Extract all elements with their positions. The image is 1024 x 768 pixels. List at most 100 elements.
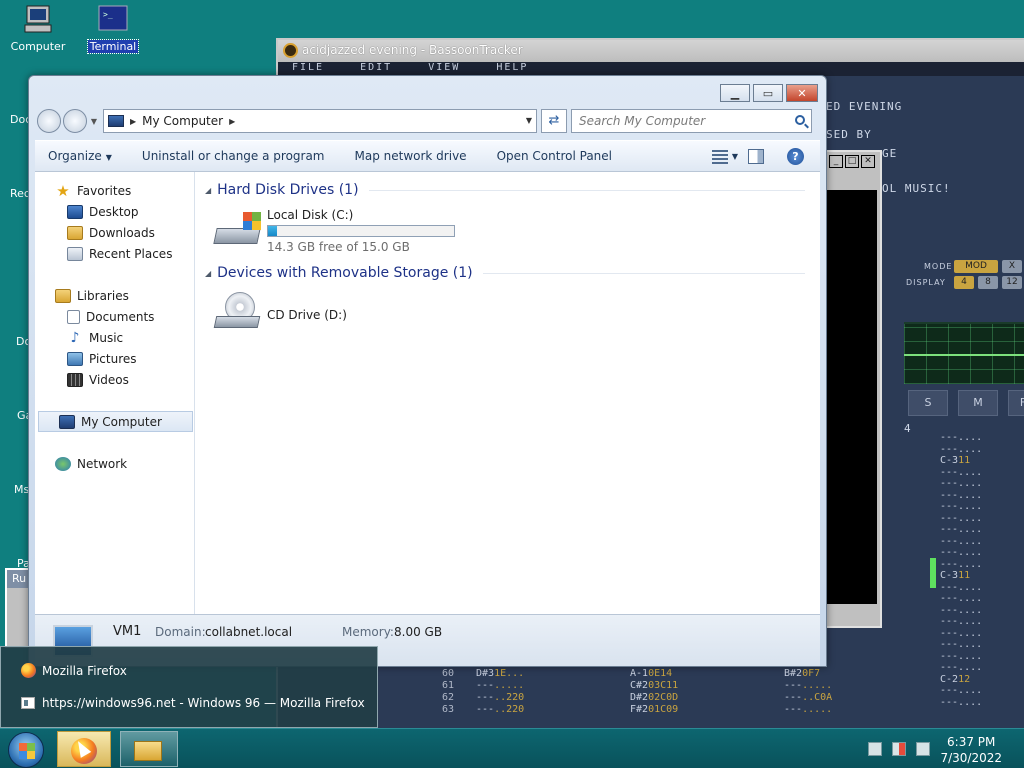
drive-local-disk[interactable]: Local Disk (C:) 14.3 GB free of 15.0 GB: [213, 208, 455, 254]
display-4-button[interactable]: 4: [954, 276, 974, 289]
libraries-icon: [55, 288, 71, 303]
computer-icon: [59, 414, 75, 429]
view-dropdown-icon[interactable]: ▼: [732, 152, 738, 161]
drive-free-space: 14.3 GB free of 15.0 GB: [267, 240, 410, 254]
drive-cd[interactable]: CD Drive (D:): [213, 292, 347, 332]
nav-videos[interactable]: Videos: [35, 369, 194, 390]
channel-solo-button[interactable]: S: [908, 390, 948, 416]
nav-music[interactable]: ♪ Music: [35, 327, 194, 348]
uninstall-program-button[interactable]: Uninstall or change a program: [142, 149, 325, 163]
mode-x-button[interactable]: X: [1002, 260, 1022, 273]
action-center-flag-icon[interactable]: [892, 742, 906, 756]
preview-app-title[interactable]: Mozilla Firefox: [21, 663, 127, 678]
nav-favorites[interactable]: ★ Favorites: [35, 180, 194, 201]
drive-name: Local Disk (C:): [267, 208, 354, 222]
search-icon[interactable]: [795, 115, 805, 125]
nav-label: Favorites: [77, 183, 132, 198]
breadcrumb-arrow-icon[interactable]: ▶: [229, 117, 235, 126]
open-control-panel-button[interactable]: Open Control Panel: [497, 149, 612, 163]
desktop-icon-label-partial[interactable]: Rec: [10, 187, 30, 200]
close-button[interactable]: ✕: [786, 84, 818, 102]
back-button[interactable]: [37, 109, 61, 133]
channel-fx-button[interactable]: F: [1008, 390, 1024, 416]
nav-my-computer[interactable]: My Computer: [38, 411, 193, 432]
terminal-minimize-button[interactable]: _: [829, 155, 843, 168]
tracker-menu-help[interactable]: HELP: [496, 62, 528, 73]
volume-icon[interactable]: [916, 742, 930, 756]
collapse-triangle-icon[interactable]: ◢: [205, 186, 211, 195]
nav-pictures[interactable]: Pictures: [35, 348, 194, 369]
maximize-button[interactable]: ▭: [753, 84, 783, 102]
pattern-row: 60 D#31E... A-10E14 B#20F7: [442, 668, 821, 679]
pattern-column: ---.... ---.... C-311 ---.... ---.... ---..…: [940, 432, 983, 708]
nav-desktop[interactable]: Desktop: [35, 201, 194, 222]
tracker-menu-file[interactable]: FILE: [292, 62, 324, 73]
channel-mute-button[interactable]: M: [958, 390, 998, 416]
taskbar: 6:37 PM 7/30/2022: [0, 728, 1024, 768]
explorer-window[interactable]: ▁ ▭ ✕ ▼ ▶ My Computer ▶ ▼ ⇄ Search My Co…: [28, 75, 827, 667]
refresh-button[interactable]: ⇄: [541, 109, 567, 133]
search-input[interactable]: Search My Computer: [571, 109, 812, 133]
nav-documents[interactable]: Documents: [35, 306, 194, 327]
nav-recent-places[interactable]: Recent Places: [35, 243, 194, 264]
computer-name: VM1: [113, 624, 142, 639]
clock-time: 6:37 PM: [947, 735, 996, 749]
chevron-down-icon: ▼: [105, 153, 112, 162]
map-network-drive-button[interactable]: Map network drive: [355, 149, 467, 163]
mode-mod-button[interactable]: MOD: [954, 260, 998, 273]
minimize-button[interactable]: ▁: [720, 84, 750, 102]
forward-button[interactable]: [63, 109, 87, 133]
desktop-icon-terminal[interactable]: >_ Terminal: [78, 3, 148, 54]
change-view-icon[interactable]: [712, 150, 728, 164]
group-divider: [368, 189, 805, 191]
taskbar-clock[interactable]: 6:37 PM 7/30/2022: [940, 734, 1002, 766]
preview-pane-icon[interactable]: [748, 149, 764, 164]
terminal-icon: >_: [98, 5, 128, 31]
breadcrumb-arrow-icon[interactable]: ▶: [130, 117, 136, 126]
collapse-triangle-icon[interactable]: ◢: [205, 269, 211, 278]
network-icon: [55, 456, 71, 471]
svg-text:>_: >_: [103, 10, 113, 19]
group-header-hard-disks[interactable]: ◢ Hard Disk Drives (1): [205, 182, 805, 198]
tracker-menu-edit[interactable]: EDIT: [360, 62, 392, 73]
desktop-icon-label-partial[interactable]: Ms: [14, 483, 29, 496]
terminal-window[interactable]: _ □ ✕: [822, 150, 882, 628]
desktop-icon-label: Terminal: [86, 39, 140, 54]
pattern-note: C-3: [940, 455, 959, 466]
address-location[interactable]: My Computer: [142, 114, 223, 128]
recent-pages-dropdown[interactable]: ▼: [89, 117, 99, 126]
nav-label: My Computer: [81, 414, 162, 429]
help-icon[interactable]: ?: [787, 148, 804, 165]
navigation-pane: ★ Favorites Desktop Downloads Recent Plac…: [35, 172, 195, 614]
terminal-title-bar[interactable]: _ □ ✕: [824, 152, 880, 172]
folder-icon: [134, 741, 162, 761]
address-bar[interactable]: ▶ My Computer ▶ ▼: [103, 109, 537, 133]
group-title: Devices with Removable Storage (1): [217, 265, 473, 281]
start-button[interactable]: [8, 732, 44, 768]
terminal-maximize-button[interactable]: □: [845, 155, 859, 168]
terminal-close-button[interactable]: ✕: [861, 155, 875, 168]
tracker-mode-panel: MODE DISPLAY MOD X 4 8 12: [898, 258, 1024, 292]
tracker-menu-view[interactable]: VIEW: [428, 62, 460, 73]
nav-label: Libraries: [77, 288, 129, 303]
music-note-icon: ♪: [70, 329, 80, 346]
file-list[interactable]: ◢ Hard Disk Drives (1) Local Disk (C:) 1…: [195, 172, 820, 614]
tracker-song-text: GE: [882, 147, 898, 160]
desktop-icon-computer[interactable]: Computer: [3, 3, 73, 53]
tracker-title-bar[interactable]: acidjazzed evening - BassoonTracker: [278, 40, 1024, 62]
nav-downloads[interactable]: Downloads: [35, 222, 194, 243]
display-8-button[interactable]: 8: [978, 276, 998, 289]
group-header-removable[interactable]: ◢ Devices with Removable Storage (1): [205, 265, 805, 281]
network-tray-icon[interactable]: [868, 742, 882, 756]
address-dropdown-icon[interactable]: ▼: [526, 116, 532, 125]
preview-window-item[interactable]: https://windows96.net - Windows 96 — Moz…: [21, 696, 365, 710]
system-tray: [858, 742, 930, 756]
terminal-screen[interactable]: [827, 190, 877, 604]
display-12-button[interactable]: 12: [1002, 276, 1022, 289]
nav-libraries[interactable]: Libraries: [35, 285, 194, 306]
tracker-pattern-grid: 60 D#31E... A-10E14 B#20F7 61 ---..... C…: [442, 668, 1024, 716]
organize-button[interactable]: Organize ▼: [48, 149, 112, 163]
nav-network[interactable]: Network: [35, 453, 194, 474]
taskbar-explorer-button[interactable]: [120, 731, 178, 767]
film-icon: [67, 372, 83, 387]
